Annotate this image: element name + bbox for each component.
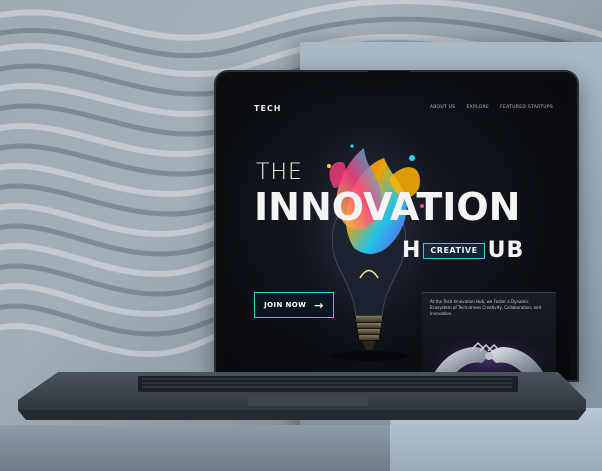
arrow-right-icon: → — [314, 298, 324, 312]
hero-title-the: THE — [256, 160, 303, 185]
camera-notch — [368, 71, 410, 79]
info-card: At the Tech Innovation Hub, we Foster a … — [422, 292, 556, 376]
robot-hands-icon — [422, 323, 556, 376]
nav-about-us[interactable]: ABOUT US — [430, 105, 456, 110]
laptop-screen-bezel: TECH ABOUT US EXPLORE FEATURED STARTUPS — [216, 71, 577, 380]
site-logo[interactable]: TECH — [254, 104, 282, 113]
site-nav: ABOUT US EXPLORE FEATURED STARTUPS — [430, 105, 553, 110]
creative-badge: CREATIVE — [423, 243, 485, 259]
laptop-screen: TECH ABOUT US EXPLORE FEATURED STARTUPS — [224, 80, 569, 376]
join-now-button[interactable]: JOIN NOW → — [254, 292, 334, 318]
hero-title-innovation: INNOVATION — [254, 185, 521, 229]
nav-featured-startups[interactable]: FEATURED STARTUPS — [500, 105, 553, 110]
hero-hub-row: H CREATIVE UB — [402, 240, 524, 262]
hero-hub-rest: UB — [487, 238, 525, 263]
scene: TECH ABOUT US EXPLORE FEATURED STARTUPS — [0, 0, 602, 471]
nav-explore[interactable]: EXPLORE — [466, 105, 489, 110]
hero-hub-letter: H — [402, 238, 421, 263]
laptop-keyboard-base — [18, 372, 586, 420]
join-now-label: JOIN NOW — [264, 301, 307, 309]
